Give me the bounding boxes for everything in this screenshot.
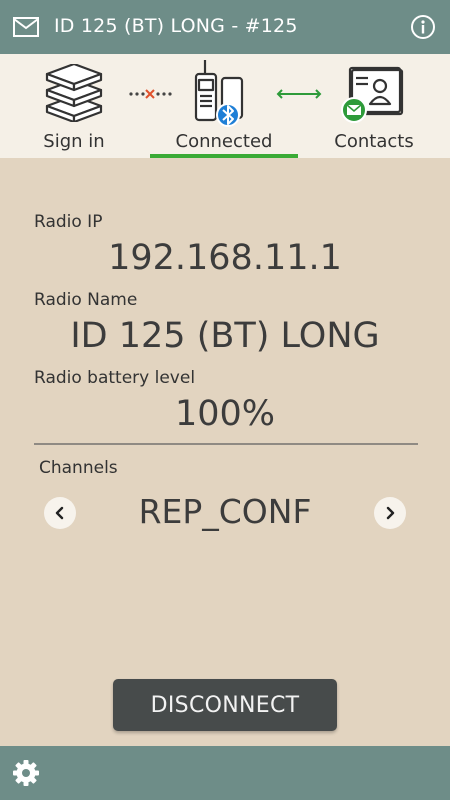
channels-label: Channels xyxy=(39,458,118,478)
tab-connected[interactable]: Connected xyxy=(150,54,298,158)
contact-card-icon xyxy=(341,66,404,123)
radio-bluetooth-icon xyxy=(194,60,244,127)
top-app-bar: ID 125 (BT) LONG - #125 xyxy=(0,0,450,54)
tab-contacts[interactable]: Contacts xyxy=(322,54,426,158)
battery-level-value: 100% xyxy=(174,394,276,434)
server-stack-icon xyxy=(45,64,103,122)
radio-ip-label: Radio IP xyxy=(34,212,103,232)
next-channel-button[interactable] xyxy=(374,497,406,529)
tab-label-sign-in: Sign in xyxy=(43,131,105,152)
disconnect-button[interactable]: DISCONNECT xyxy=(113,679,337,731)
bottom-bar xyxy=(0,746,450,800)
tab-label-contacts: Contacts xyxy=(334,131,414,152)
info-icon[interactable] xyxy=(410,14,436,40)
tab-label-connected: Connected xyxy=(175,131,273,152)
divider xyxy=(34,443,418,445)
gear-icon[interactable] xyxy=(12,759,40,787)
connection-steps: Sign in Connected Contacts xyxy=(0,54,450,158)
mail-icon[interactable] xyxy=(12,15,40,39)
chevron-right-icon xyxy=(386,506,395,520)
radio-ip-value: 192.168.11.1 xyxy=(108,238,342,278)
active-tab-indicator xyxy=(150,154,298,158)
connected-link-icon xyxy=(276,89,322,99)
battery-level-label: Radio battery level xyxy=(34,368,196,388)
radio-name-label: Radio Name xyxy=(34,290,138,310)
tab-sign-in[interactable]: Sign in xyxy=(20,54,128,158)
app-title: ID 125 (BT) LONG - #125 xyxy=(54,15,298,37)
radio-name-value: ID 125 (BT) LONG xyxy=(70,316,380,356)
